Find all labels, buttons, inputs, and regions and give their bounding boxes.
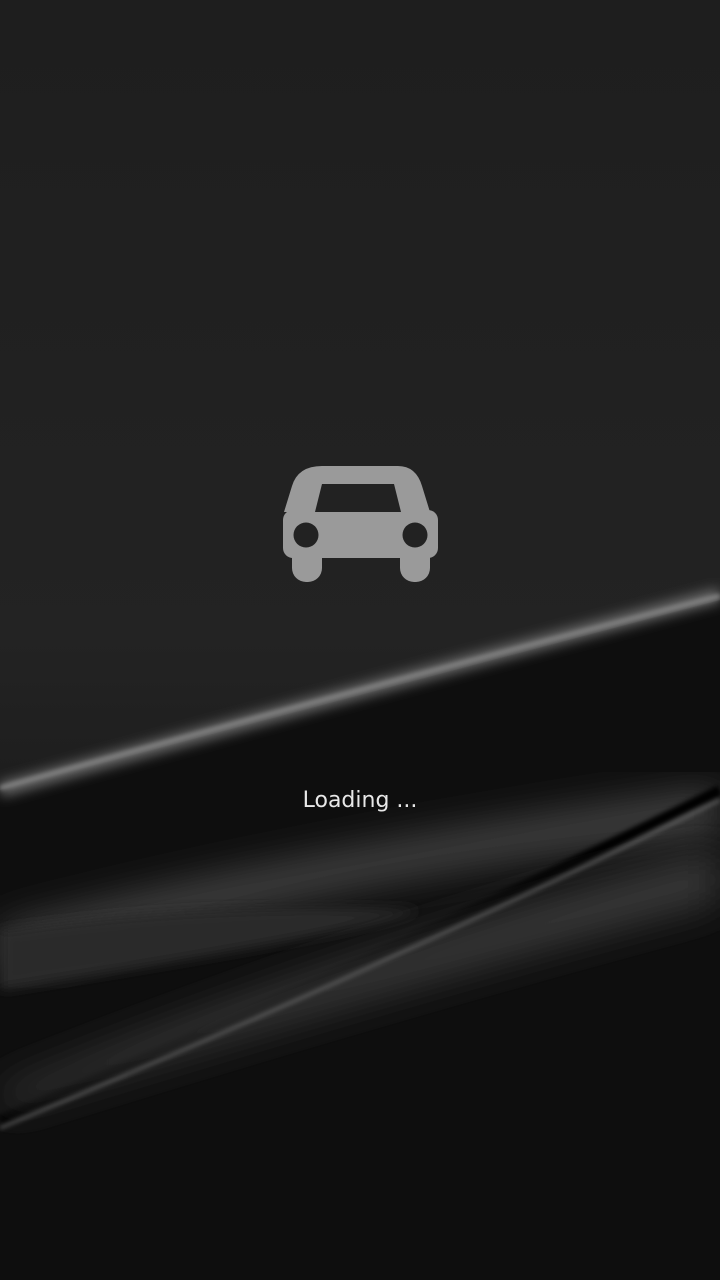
car-icon (283, 466, 438, 582)
loading-text: Loading ... (302, 788, 418, 813)
